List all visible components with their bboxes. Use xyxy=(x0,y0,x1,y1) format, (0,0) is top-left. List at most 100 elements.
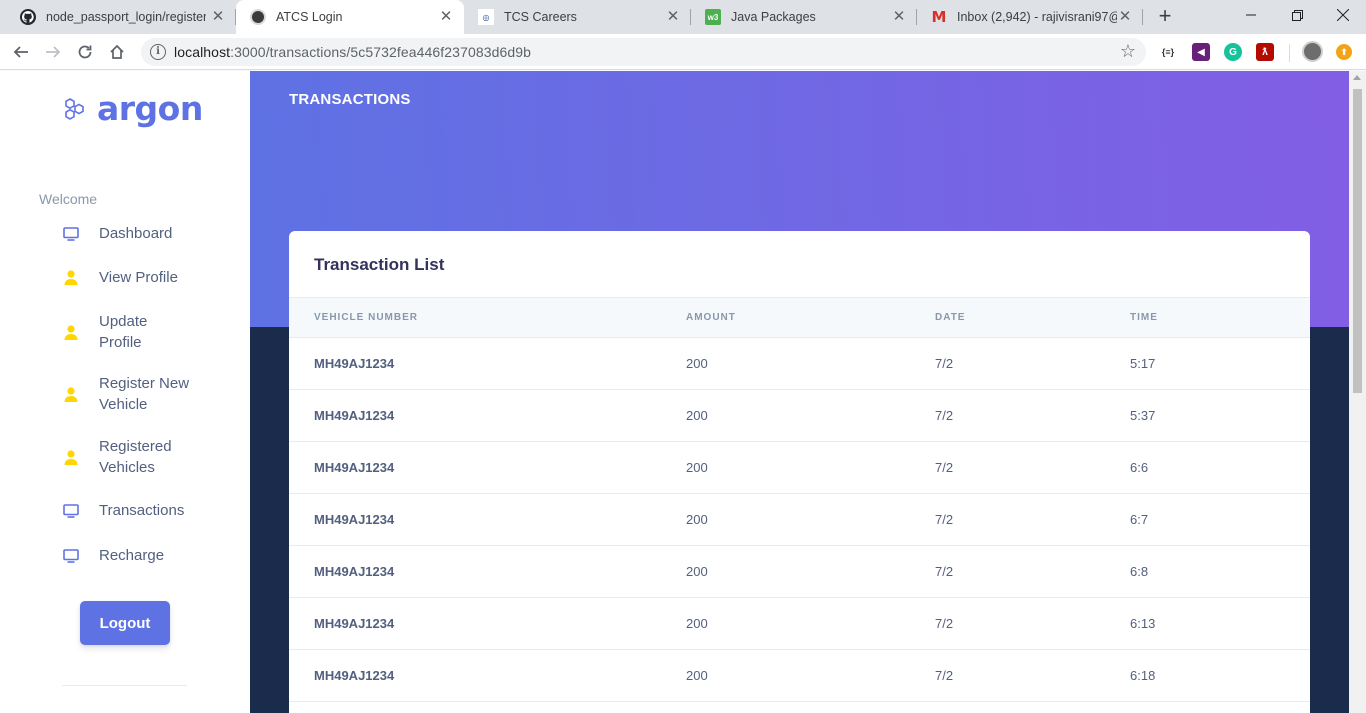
sidebar-item-label: Register New Vehicle xyxy=(99,375,190,413)
cell-vehicle-number: MH49AJ1234 xyxy=(314,408,395,423)
acrobat-icon[interactable]: ƛ xyxy=(1256,43,1274,61)
cell-amount: 200 xyxy=(686,460,708,475)
avatar-favicon xyxy=(250,9,266,25)
sidebar-item-transactions[interactable]: Transactions xyxy=(62,500,194,521)
sidebar-divider xyxy=(62,685,187,686)
minimize-icon[interactable] xyxy=(1228,0,1274,30)
cell-time: 6:7 xyxy=(1130,512,1149,527)
brand-logo[interactable]: argon xyxy=(62,89,203,128)
cell-time: 5:37 xyxy=(1130,408,1156,423)
page-scrollbar[interactable] xyxy=(1349,71,1366,713)
cell-amount: 200 xyxy=(686,356,708,371)
bookmark-star-icon[interactable]: ☆ xyxy=(1120,41,1136,62)
tab-java-packages[interactable]: w3 Java Packages ✕ xyxy=(691,0,917,34)
sidebar-item-dashboard[interactable]: Dashboard xyxy=(62,223,194,244)
new-tab-icon[interactable]: + xyxy=(1153,5,1177,29)
cell-vehicle-number: MH49AJ1234 xyxy=(314,512,395,527)
sidebar-item-update-profile[interactable]: Update Profile xyxy=(62,311,194,353)
cell-vehicle-number: MH49AJ1234 xyxy=(314,668,395,683)
sidebar-item-recharge[interactable]: Recharge xyxy=(62,545,194,566)
home-icon[interactable] xyxy=(105,40,129,64)
user-icon xyxy=(62,386,79,403)
json-viewer-icon[interactable]: {≡} xyxy=(1159,43,1177,61)
visual-studio-icon[interactable]: ◀ xyxy=(1192,43,1210,61)
tab-title: TCS Careers xyxy=(504,10,577,24)
cell-date: 7/2 xyxy=(935,564,954,579)
tata-icon: ◎ xyxy=(478,9,494,25)
tab-node-passport-login[interactable]: node_passport_login/register.e ✕ xyxy=(6,0,236,34)
cell-date: 7/2 xyxy=(935,356,954,371)
sidebar-item-register-vehicle[interactable]: Register New Vehicle xyxy=(62,373,194,415)
cell-time: 6:6 xyxy=(1130,460,1149,475)
scrollbar-thumb[interactable] xyxy=(1353,89,1362,393)
close-tab-icon[interactable]: ✕ xyxy=(210,9,226,25)
sidebar-item-label: Recharge xyxy=(99,547,165,564)
cell-time: 6:8 xyxy=(1130,564,1149,579)
close-tab-icon[interactable]: ✕ xyxy=(665,9,681,25)
card-title: Transaction List xyxy=(314,255,445,274)
back-icon[interactable] xyxy=(9,40,33,64)
notification-icon[interactable]: ⬆ xyxy=(1336,44,1352,60)
tab-gmail-inbox[interactable]: M Inbox (2,942) - rajivisrani97@g ✕ xyxy=(917,0,1143,34)
cell-time: 6:18 xyxy=(1130,668,1156,683)
cell-amount: 200 xyxy=(686,668,708,683)
close-tab-icon[interactable]: ✕ xyxy=(891,9,907,25)
scroll-up-icon[interactable] xyxy=(1353,75,1361,80)
sidebar-item-registered-vehicles[interactable]: Registered Vehicles xyxy=(62,436,194,478)
cell-date: 7/2 xyxy=(935,408,954,423)
page-title: TRANSACTIONS xyxy=(289,91,411,108)
page-viewport: argon Welcome Dashboard View Profile Upd… xyxy=(0,71,1366,713)
cell-vehicle-number: MH49AJ1234 xyxy=(314,616,395,631)
cell-amount: 200 xyxy=(686,564,708,579)
close-window-icon[interactable] xyxy=(1320,0,1366,30)
table-row: MH49AJ1234 200 7/2 6:13 xyxy=(289,598,1310,650)
cell-amount: 200 xyxy=(686,616,708,631)
grammarly-icon[interactable]: G xyxy=(1224,43,1242,61)
sidebar-item-label: View Profile xyxy=(99,269,178,286)
tv-icon xyxy=(62,547,79,564)
tv-icon xyxy=(62,502,79,519)
sidebar: argon Welcome Dashboard View Profile Upd… xyxy=(0,71,250,713)
cell-vehicle-number: MH49AJ1234 xyxy=(314,564,395,579)
restore-icon[interactable] xyxy=(1274,0,1320,30)
sidebar-item-view-profile[interactable]: View Profile xyxy=(62,267,194,288)
tab-title: node_passport_login/register.e xyxy=(46,10,206,24)
cell-date: 7/2 xyxy=(935,616,954,631)
sidebar-item-label: Dashboard xyxy=(99,225,173,242)
cell-amount: 200 xyxy=(686,512,708,527)
browser-toolbar: i localhost:3000/transactions/5c5732fea4… xyxy=(0,34,1366,70)
transaction-card: Transaction List VEHICLE NUMBER AMOUNT D… xyxy=(289,231,1310,713)
close-tab-icon[interactable]: ✕ xyxy=(438,9,454,25)
column-header-time[interactable]: TIME xyxy=(1130,312,1158,323)
column-header-vehicle-number[interactable]: VEHICLE NUMBER xyxy=(314,312,418,323)
tab-atcs-login[interactable]: ATCS Login ✕ xyxy=(236,0,464,34)
main-content: TRANSACTIONS Transaction List VEHICLE NU… xyxy=(250,71,1349,713)
cell-date: 7/2 xyxy=(935,512,954,527)
welcome-label: Welcome xyxy=(39,191,98,207)
forward-icon[interactable] xyxy=(41,40,65,64)
cell-vehicle-number: MH49AJ1234 xyxy=(314,460,395,475)
table-row: MH49AJ1234 200 7/2 6:18 xyxy=(289,650,1310,702)
site-info-icon[interactable]: i xyxy=(150,44,166,60)
sidebar-item-label: Update Profile xyxy=(99,313,148,351)
browser-tab-strip: node_passport_login/register.e ✕ ATCS Lo… xyxy=(0,0,1366,34)
table-row: MH49AJ1234 200 7/2 6:6 xyxy=(289,442,1310,494)
cell-time: 6:13 xyxy=(1130,616,1156,631)
column-header-amount[interactable]: AMOUNT xyxy=(686,312,736,323)
toolbar-divider xyxy=(1289,44,1290,62)
address-bar[interactable]: i localhost:3000/transactions/5c5732fea4… xyxy=(141,38,1146,66)
profile-avatar[interactable] xyxy=(1302,41,1323,62)
user-icon xyxy=(62,324,79,341)
close-tab-icon[interactable]: ✕ xyxy=(1117,9,1133,25)
tab-title: ATCS Login xyxy=(276,10,343,24)
table-row: MH49AJ1234 200 7/2 5:17 xyxy=(289,338,1310,390)
tab-tcs-careers[interactable]: ◎ TCS Careers ✕ xyxy=(464,0,691,34)
column-header-date[interactable]: DATE xyxy=(935,312,965,323)
reload-icon[interactable] xyxy=(73,40,97,64)
cell-time: 5:17 xyxy=(1130,356,1156,371)
cell-vehicle-number: MH49AJ1234 xyxy=(314,356,395,371)
cell-date: 7/2 xyxy=(935,460,954,475)
table-row: MH49AJ1234 200 7/2 6:7 xyxy=(289,494,1310,546)
logout-button[interactable]: Logout xyxy=(80,601,170,645)
brand-name: argon xyxy=(97,89,203,128)
